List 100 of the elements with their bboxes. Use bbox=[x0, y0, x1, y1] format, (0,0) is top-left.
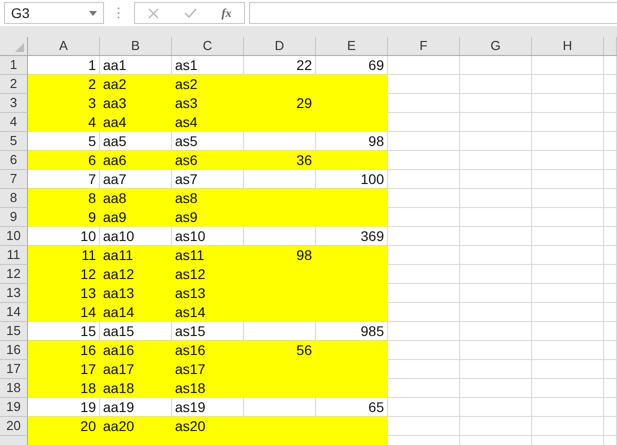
row-header[interactable]: 5 bbox=[0, 132, 28, 151]
table-cell: as5 bbox=[172, 132, 244, 151]
table-cell bbox=[460, 360, 532, 379]
table-cell-text: aa17 bbox=[102, 360, 136, 379]
table-cell: as15 bbox=[172, 322, 244, 341]
table-cell bbox=[244, 227, 316, 246]
table-cell bbox=[388, 113, 460, 132]
row-header[interactable]: 10 bbox=[0, 227, 28, 246]
table-cell-text: aa13 bbox=[102, 284, 136, 303]
row-header[interactable]: 20 bbox=[0, 417, 28, 436]
table-cell bbox=[604, 170, 617, 189]
table-cell-text: as14 bbox=[174, 303, 206, 322]
table-cell bbox=[388, 246, 460, 265]
table-cell bbox=[532, 341, 604, 360]
table-cell: aa7 bbox=[100, 170, 172, 189]
table-cell bbox=[460, 227, 532, 246]
row-header[interactable]: 7 bbox=[0, 170, 28, 189]
row-header[interactable]: 1 bbox=[0, 56, 28, 75]
table-cell-text: aa20 bbox=[102, 417, 136, 436]
table-cell: 65 bbox=[316, 398, 388, 417]
table-cell bbox=[460, 303, 532, 322]
table-cell bbox=[532, 265, 604, 284]
table-cell bbox=[388, 170, 460, 189]
table-cell-text: 20 bbox=[79, 417, 97, 436]
table-cell bbox=[604, 75, 617, 94]
dropdown-icon bbox=[89, 10, 97, 16]
table-cell-text: as3 bbox=[174, 94, 199, 113]
table-cell bbox=[604, 246, 617, 265]
table-cell bbox=[532, 56, 604, 75]
table-cell: 22 bbox=[244, 56, 316, 75]
table-cell bbox=[388, 56, 460, 75]
table-cell bbox=[604, 56, 617, 75]
row-header[interactable]: 16 bbox=[0, 341, 28, 360]
row-header[interactable]: 9 bbox=[0, 208, 28, 227]
table-cell bbox=[532, 170, 604, 189]
table-cell bbox=[460, 132, 532, 151]
row-header[interactable]: 2 bbox=[0, 75, 28, 94]
table-cell bbox=[388, 284, 460, 303]
table-cell bbox=[604, 360, 617, 379]
table-cell bbox=[388, 341, 460, 360]
row-header[interactable]: 15 bbox=[0, 322, 28, 341]
table-cell-text: 11 bbox=[80, 246, 97, 265]
table-cell bbox=[460, 189, 532, 208]
table-cell-text: aa3 bbox=[102, 94, 128, 113]
table-cell-text: aa2 bbox=[102, 75, 128, 94]
table-cell-text: aa8 bbox=[102, 189, 128, 208]
formula-input-field[interactable] bbox=[249, 2, 617, 24]
table-cell bbox=[604, 379, 617, 398]
table-cell bbox=[604, 132, 617, 151]
table-cell bbox=[460, 56, 532, 75]
row-header[interactable]: 8 bbox=[0, 189, 28, 208]
checkmark-icon[interactable] bbox=[184, 8, 196, 18]
table-cell: 369 bbox=[316, 227, 388, 246]
cancel-icon[interactable] bbox=[148, 8, 158, 18]
table-cell bbox=[532, 94, 604, 113]
table-cell bbox=[460, 75, 532, 94]
table-cell bbox=[604, 341, 617, 360]
table-cell bbox=[460, 417, 532, 436]
table-cell: 100 bbox=[316, 170, 388, 189]
table-cell bbox=[532, 246, 604, 265]
table-cell bbox=[532, 360, 604, 379]
row-header[interactable]: 19 bbox=[0, 398, 28, 417]
table-cell bbox=[244, 170, 316, 189]
table-cell bbox=[388, 227, 460, 246]
table-cell-text: 29 bbox=[295, 94, 313, 113]
insert-function-button[interactable]: fx bbox=[222, 6, 232, 20]
select-all-icon[interactable] bbox=[15, 43, 24, 52]
name-box[interactable]: G3 bbox=[4, 2, 104, 24]
row-header[interactable]: 11 bbox=[0, 246, 28, 265]
table-cell bbox=[388, 151, 460, 170]
row-header[interactable]: 6 bbox=[0, 151, 28, 170]
table-cell: aa10 bbox=[100, 227, 172, 246]
row-header[interactable]: 13 bbox=[0, 284, 28, 303]
table-cell-text: 56 bbox=[295, 341, 313, 360]
table-cell bbox=[388, 398, 460, 417]
table-cell-text: 16 bbox=[79, 341, 97, 360]
table-cell bbox=[388, 303, 460, 322]
table-cell-text: aa18 bbox=[102, 379, 136, 398]
table-cell bbox=[532, 398, 604, 417]
table-cell bbox=[532, 189, 604, 208]
table-cell-text: aa14 bbox=[102, 303, 136, 322]
table-cell bbox=[604, 151, 617, 170]
table-cell bbox=[388, 322, 460, 341]
row-header[interactable]: 12 bbox=[0, 265, 28, 284]
table-cell: 985 bbox=[316, 322, 388, 341]
table-cell bbox=[460, 94, 532, 113]
table-cell bbox=[460, 246, 532, 265]
table-cell-text: 36 bbox=[295, 151, 313, 170]
table-cell bbox=[532, 284, 604, 303]
table-cell: aa19 bbox=[100, 398, 172, 417]
row-header[interactable]: 4 bbox=[0, 113, 28, 132]
table-cell-text: aa9 bbox=[102, 208, 128, 227]
row-header[interactable]: 3 bbox=[0, 94, 28, 113]
table-cell-text: as9 bbox=[174, 208, 199, 227]
table-cell-text: 4 bbox=[87, 113, 97, 132]
row-header[interactable]: 14 bbox=[0, 303, 28, 322]
row-header[interactable]: 17 bbox=[0, 360, 28, 379]
row-header[interactable]: 18 bbox=[0, 379, 28, 398]
table-cell bbox=[460, 284, 532, 303]
table-cell: as1 bbox=[172, 56, 244, 75]
